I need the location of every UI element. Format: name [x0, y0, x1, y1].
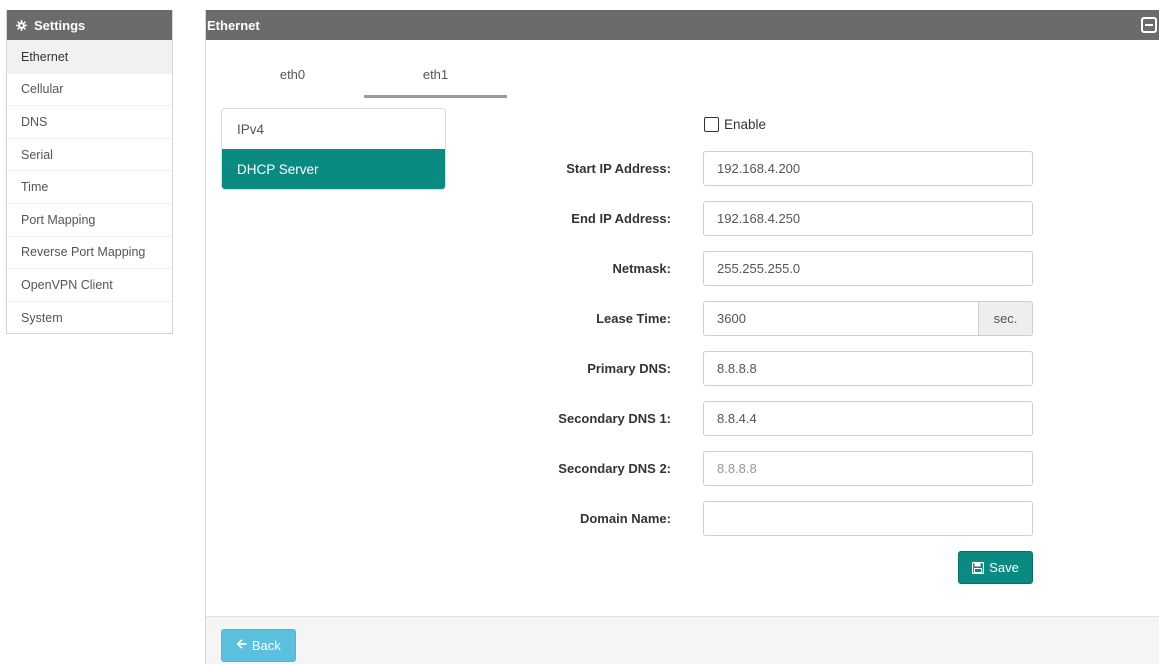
enable-label: Enable: [724, 117, 767, 132]
back-button[interactable]: 🡨 Back: [221, 629, 296, 662]
collapse-icon[interactable]: [1141, 17, 1157, 33]
lease-time-label: Lease Time:: [596, 311, 671, 326]
tab-eth1[interactable]: eth1: [364, 62, 507, 98]
form-row-start-ip: Start IP Address:: [206, 151, 1159, 186]
panel-footer: 🡨 Back: [206, 616, 1159, 664]
panel-title: Ethernet: [207, 17, 260, 33]
lease-time-unit: sec.: [979, 301, 1033, 336]
sidebar-item-serial[interactable]: Serial: [7, 137, 172, 171]
end-ip-label: End IP Address:: [571, 211, 671, 226]
primary-dns-input[interactable]: [703, 351, 1033, 386]
domain-name-input[interactable]: [703, 501, 1033, 536]
start-ip-input[interactable]: [703, 151, 1033, 186]
form-row-lease-time: Lease Time: sec.: [206, 301, 1159, 336]
floppy-disk-icon: [972, 561, 985, 574]
enable-checkbox-group[interactable]: Enable: [704, 117, 766, 132]
lease-time-input[interactable]: [703, 301, 979, 336]
sidebar-item-reverse-port-mapping[interactable]: Reverse Port Mapping: [7, 235, 172, 269]
enable-checkbox[interactable]: [704, 117, 719, 132]
end-ip-input[interactable]: [703, 201, 1033, 236]
secondary-dns-1-label: Secondary DNS 1:: [558, 411, 671, 426]
start-ip-label: Start IP Address:: [566, 161, 671, 176]
form-row-secondary-dns-2: Secondary DNS 2:: [206, 451, 1159, 486]
secondary-dns-2-input[interactable]: [703, 451, 1033, 486]
gear-icon: [16, 19, 27, 31]
save-label: Save: [989, 560, 1019, 575]
pill-ipv4[interactable]: IPv4: [222, 109, 445, 149]
form-row-netmask: Netmask:: [206, 251, 1159, 286]
sidebar-header: Settings: [7, 10, 172, 40]
sidebar-item-ethernet[interactable]: Ethernet: [7, 40, 172, 73]
ethernet-panel: Ethernet eth0 eth1 IPv4 DHCP Server Enab…: [205, 10, 1159, 664]
netmask-label: Netmask:: [612, 261, 671, 276]
sidebar-item-openvpn-client[interactable]: OpenVPN Client: [7, 268, 172, 301]
form-row-end-ip: End IP Address:: [206, 201, 1159, 236]
primary-dns-label: Primary DNS:: [587, 361, 671, 376]
back-label: Back: [251, 638, 281, 653]
tab-eth0[interactable]: eth0: [221, 62, 364, 98]
secondary-dns-1-input[interactable]: [703, 401, 1033, 436]
form-row-primary-dns: Primary DNS:: [206, 351, 1159, 386]
sidebar-item-time[interactable]: Time: [7, 170, 172, 203]
form-row-domain-name: Domain Name:: [206, 501, 1159, 536]
sidebar-title: Settings: [34, 17, 86, 33]
save-button[interactable]: Save: [958, 551, 1033, 584]
secondary-dns-2-label: Secondary DNS 2:: [558, 461, 671, 476]
panel-header: Ethernet: [206, 10, 1159, 40]
form-row-secondary-dns-1: Secondary DNS 1:: [206, 401, 1159, 436]
settings-sidebar: Settings Ethernet Cellular DNS Serial Ti…: [6, 10, 173, 335]
sidebar-item-system[interactable]: System: [7, 300, 172, 334]
domain-name-label: Domain Name:: [579, 511, 671, 526]
sidebar-item-port-mapping[interactable]: Port Mapping: [7, 202, 172, 236]
sidebar-item-dns[interactable]: DNS: [7, 105, 172, 138]
netmask-input[interactable]: [703, 251, 1033, 286]
sidebar-item-cellular[interactable]: Cellular: [7, 72, 172, 106]
interface-tabs: eth0 eth1: [221, 62, 507, 98]
arrow-left-icon: 🡨: [236, 635, 247, 651]
